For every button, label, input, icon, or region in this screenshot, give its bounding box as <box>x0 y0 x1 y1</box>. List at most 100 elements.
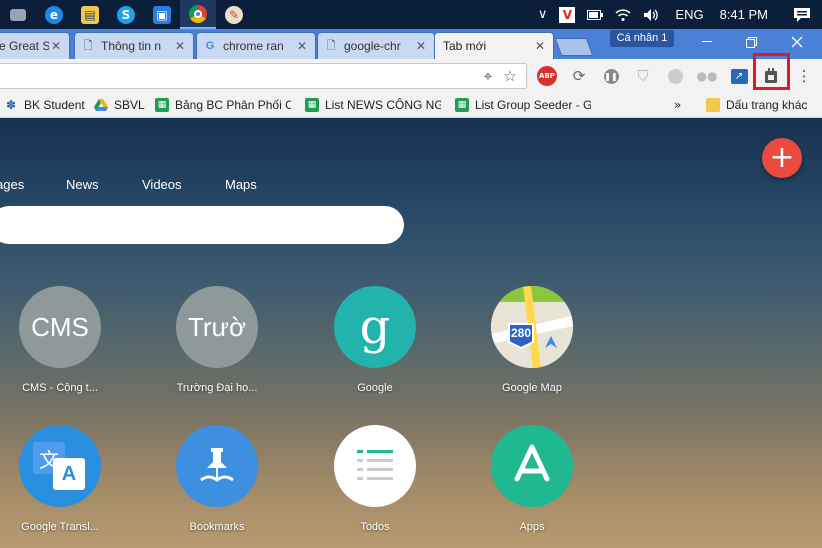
taskbar-app-chrome[interactable] <box>180 0 216 29</box>
volume-icon[interactable] <box>643 8 659 22</box>
desktop-app-icon <box>10 8 26 21</box>
taskbar-app-desktop[interactable] <box>0 0 36 29</box>
bookmark-bang-bc[interactable]: ▦ Bảng BC Phân Phối Co <box>155 96 291 114</box>
shortcut-label: Google <box>357 382 393 394</box>
shortcut-google[interactable]: g Google <box>315 286 435 394</box>
tab-chrome-ran[interactable]: G chrome ran ✕ <box>196 32 316 59</box>
taskbar-app-messaging[interactable]: ▣ <box>144 0 180 29</box>
sheets-icon: ▦ <box>455 98 469 112</box>
nav-link-images[interactable]: ages <box>0 177 24 192</box>
nav-link-news[interactable]: News <box>66 177 99 192</box>
sync-extension-icon[interactable]: ⟳ <box>569 66 589 86</box>
taskbar-app-skype[interactable]: S <box>108 0 144 29</box>
shortcut-label: Apps <box>519 521 545 533</box>
tab-title: Thông tin n <box>101 39 162 53</box>
shortcut-label: Bookmarks <box>189 521 245 533</box>
shortcut-label: Trường Đại họ... <box>176 382 258 394</box>
pause-extension-icon[interactable]: ❚❚ <box>601 66 621 86</box>
taskbar-clock[interactable]: 8:41 PM <box>720 7 768 22</box>
tab-close-icon[interactable]: ✕ <box>295 39 309 53</box>
taskbar-app-explorer[interactable]: ▤ <box>72 0 108 29</box>
new-tab-button[interactable] <box>554 38 594 56</box>
shortcut-cms[interactable]: CMS CMS - Cộng t... <box>0 286 120 394</box>
grey-circle-extension-icon[interactable] <box>665 66 685 86</box>
tab-close-icon[interactable]: ✕ <box>173 39 187 53</box>
bookmark-label: Dấu trang khác <box>726 98 808 112</box>
adblock-plus-icon[interactable]: ABP <box>537 66 557 86</box>
bookmarks-overflow-chevron[interactable]: » <box>674 96 688 114</box>
shortcut-label: Google Transl... <box>21 521 99 533</box>
bookmark-list-group-seeder[interactable]: ▦ List Group Seeder - G <box>455 96 591 114</box>
shortcut-truong-dai-hoc[interactable]: Trườ Trường Đại họ... <box>157 286 277 394</box>
action-center-icon[interactable] <box>782 0 822 29</box>
truong-icon: Trườ <box>176 286 258 368</box>
bookmarks-bar: ✽ BK Student SBVL ▦ Bảng BC Phân Phối Co… <box>0 93 822 118</box>
bookmark-sbvl[interactable]: SBVL <box>94 96 150 114</box>
taskbar-app-paint[interactable]: ✎ <box>216 0 252 29</box>
dots-extension-icon[interactable]: ●● <box>697 66 718 86</box>
profile-button[interactable]: Cá nhân 1 <box>610 30 674 47</box>
nav-link-maps[interactable]: Maps <box>225 177 257 192</box>
cms-icon: CMS <box>19 286 101 368</box>
battery-icon[interactable] <box>587 9 604 20</box>
input-language-indicator[interactable]: ENG <box>675 7 703 22</box>
wifi-icon[interactable] <box>615 8 631 22</box>
tab-close-icon[interactable]: ✕ <box>533 39 547 53</box>
shortcut-google-map[interactable]: 280 Google Map <box>472 286 592 394</box>
apps-store-icon <box>491 425 573 507</box>
nav-link-videos[interactable]: Videos <box>142 177 182 192</box>
messaging-app-icon: ▣ <box>153 5 171 24</box>
close-window-icon[interactable] <box>774 29 820 55</box>
address-bar[interactable]: ⌖ ☆ <box>0 63 527 89</box>
shortcut-todos[interactable]: Todos <box>315 425 435 533</box>
tab-title: google-chr <box>344 39 401 53</box>
shortcut-label: Google Map <box>502 382 562 394</box>
shortcut-bookmarks[interactable]: Bookmarks <box>157 425 277 533</box>
todos-list-icon <box>334 425 416 507</box>
shortcut-google-translate[interactable]: 文 A Google Transl... <box>0 425 120 533</box>
google-translate-icon: 文 A <box>19 425 101 507</box>
shortcut-label: Todos <box>360 521 390 533</box>
location-target-icon[interactable]: ⌖ <box>480 67 496 85</box>
bookmark-label: List NEWS CÔNG NGH <box>325 98 441 112</box>
taskbar-app-edge[interactable]: e <box>36 0 72 29</box>
sheets-icon: ▦ <box>155 98 169 112</box>
google-maps-icon: 280 <box>491 286 573 368</box>
other-bookmarks-folder[interactable]: Dấu trang khác <box>706 96 818 114</box>
tab-great[interactable]: e Great S ✕ <box>0 32 70 59</box>
tab-close-icon[interactable]: ✕ <box>49 39 63 53</box>
bookmark-list-news[interactable]: ▦ List NEWS CÔNG NGH <box>305 96 441 114</box>
add-shortcut-button[interactable]: + <box>762 138 802 178</box>
tray-chevron-icon[interactable]: ∨ <box>538 7 548 22</box>
red-highlight-box <box>753 53 790 90</box>
drive-icon <box>94 98 108 112</box>
shortcut-label: CMS - Cộng t... <box>22 382 98 394</box>
bookmark-label: Bảng BC Phân Phối Co <box>175 98 291 112</box>
tab-thong-tin[interactable]: 🗋 Thông tin n ✕ <box>74 32 194 59</box>
shortcut-apps[interactable]: Apps <box>472 425 592 533</box>
shield-icon[interactable]: ⛉ <box>633 66 653 86</box>
search-input[interactable] <box>0 206 404 244</box>
restore-icon[interactable] <box>728 29 774 55</box>
edge-icon: e <box>45 5 63 24</box>
antivirus-v-icon[interactable]: V <box>559 6 576 23</box>
file-explorer-icon: ▤ <box>81 5 99 24</box>
bookmark-star-icon[interactable]: ☆ <box>502 67 518 85</box>
bookmark-label: BK Student <box>24 98 85 112</box>
tab-close-icon[interactable]: ✕ <box>414 39 428 53</box>
google-icon: G <box>205 40 215 52</box>
blue-extension-icon[interactable]: ↗ <box>729 66 749 86</box>
bk-icon: ✽ <box>5 98 17 112</box>
bookmark-label: SBVL <box>114 98 145 112</box>
bookmark-label: List Group Seeder - G <box>475 98 591 112</box>
tab-title: Tab mới <box>443 39 487 53</box>
tab-new-tab[interactable]: Tab mới ✕ <box>434 32 554 59</box>
minimize-icon[interactable] <box>684 29 730 55</box>
windows-taskbar: e ▤ S ▣ ✎ ∨ V ENG 8:41 PM <box>0 0 822 29</box>
chrome-menu-icon[interactable]: ⋮ <box>794 66 814 86</box>
tab-google-chr[interactable]: 🗋 google-chr ✕ <box>317 32 435 59</box>
google-g-icon: g <box>334 286 416 368</box>
bookmark-bk-student[interactable]: ✽ BK Student <box>4 96 94 114</box>
page-icon: 🗋 <box>326 38 336 52</box>
map-route-number: 280 <box>511 326 532 340</box>
